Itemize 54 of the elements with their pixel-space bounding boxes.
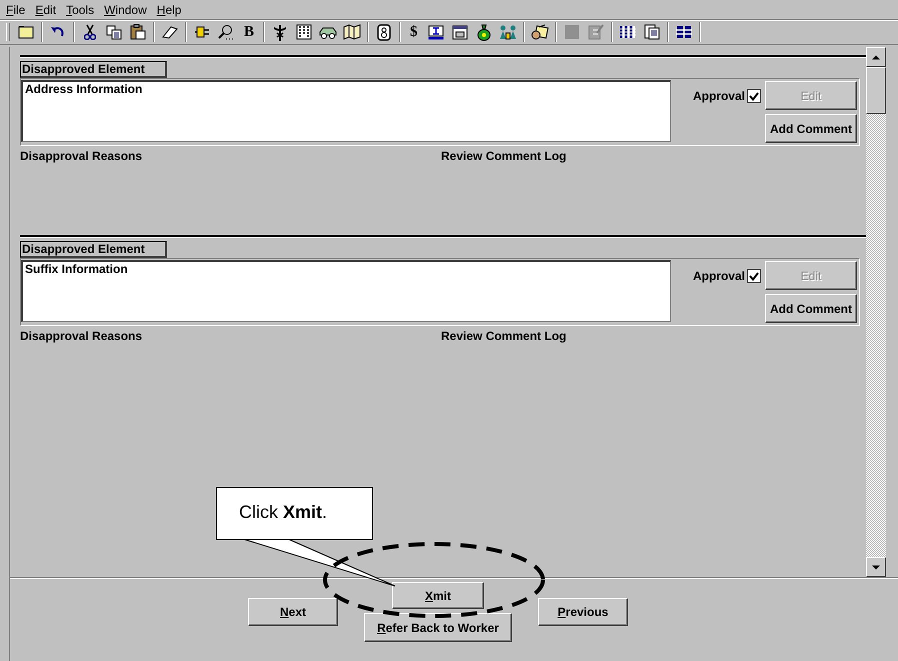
- approval-label: Approval: [692, 89, 745, 103]
- column-label: Disapproval Reasons: [20, 329, 144, 343]
- next-button[interactable]: Next: [248, 598, 338, 626]
- section-label: Disapproved Element: [20, 241, 167, 258]
- approval-checkbox[interactable]: [747, 89, 761, 103]
- checklist-icon[interactable]: [588, 24, 604, 40]
- callout: Click Xmit.: [216, 487, 373, 540]
- building-icon[interactable]: [296, 24, 312, 40]
- previous-button[interactable]: Previous: [538, 598, 628, 626]
- element-field[interactable]: Suffix Information: [21, 260, 671, 322]
- menu-item[interactable]: Edit: [31, 2, 62, 16]
- menu-item[interactable]: Window: [100, 2, 153, 16]
- device-icon[interactable]: [377, 24, 392, 40]
- money-bag-icon[interactable]: [476, 24, 491, 40]
- scroll-up-button[interactable]: [866, 47, 886, 67]
- plug-icon[interactable]: [194, 24, 210, 40]
- menu-item[interactable]: Tools: [62, 2, 100, 16]
- search-icon[interactable]: [218, 24, 234, 40]
- up-arrow-icon: [872, 54, 880, 60]
- down-arrow-icon: [872, 564, 880, 570]
- xmit-button[interactable]: Xmit: [392, 582, 484, 609]
- column-label: Review Comment Log: [441, 329, 566, 343]
- scissors-icon[interactable]: [84, 24, 96, 40]
- hand-with-paper-icon[interactable]: [530, 24, 549, 40]
- eraser-icon[interactable]: [162, 25, 178, 39]
- menu-item[interactable]: File: [2, 2, 32, 16]
- layout-icon[interactable]: [676, 25, 692, 39]
- map-icon[interactable]: [343, 24, 362, 40]
- section-label: Disapproved Element: [20, 61, 167, 78]
- bold-button[interactable]: B: [240, 24, 258, 40]
- copy-icon[interactable]: [106, 24, 122, 40]
- grid-icon[interactable]: [620, 25, 636, 39]
- add-comment-button[interactable]: Add Comment: [765, 294, 857, 323]
- refer-back-button[interactable]: Refer Back to Worker: [364, 613, 512, 642]
- monitor-icon[interactable]: [428, 24, 444, 40]
- undo-icon[interactable]: [50, 26, 66, 38]
- approval-checkbox[interactable]: [747, 269, 761, 283]
- caduceus-icon[interactable]: [273, 24, 288, 40]
- scrollbar[interactable]: [866, 47, 886, 577]
- column-label: Review Comment Log: [441, 149, 566, 163]
- dollar-button[interactable]: $: [406, 24, 422, 40]
- clipboard-icon[interactable]: [130, 24, 146, 40]
- column-label: Disapproval Reasons: [20, 149, 144, 163]
- car-icon[interactable]: [319, 25, 338, 39]
- document-icon[interactable]: [644, 24, 660, 40]
- scroll-thumb[interactable]: [866, 67, 886, 114]
- calendar-icon[interactable]: [452, 24, 468, 40]
- add-comment-button[interactable]: Add Comment: [765, 114, 857, 143]
- people-icon[interactable]: [498, 24, 517, 40]
- folder-icon[interactable]: [18, 25, 34, 39]
- scroll-down-button[interactable]: [866, 557, 886, 577]
- menu-item[interactable]: Help: [152, 2, 188, 16]
- element-field[interactable]: Address Information: [21, 80, 671, 142]
- approval-label: Approval: [692, 269, 745, 283]
